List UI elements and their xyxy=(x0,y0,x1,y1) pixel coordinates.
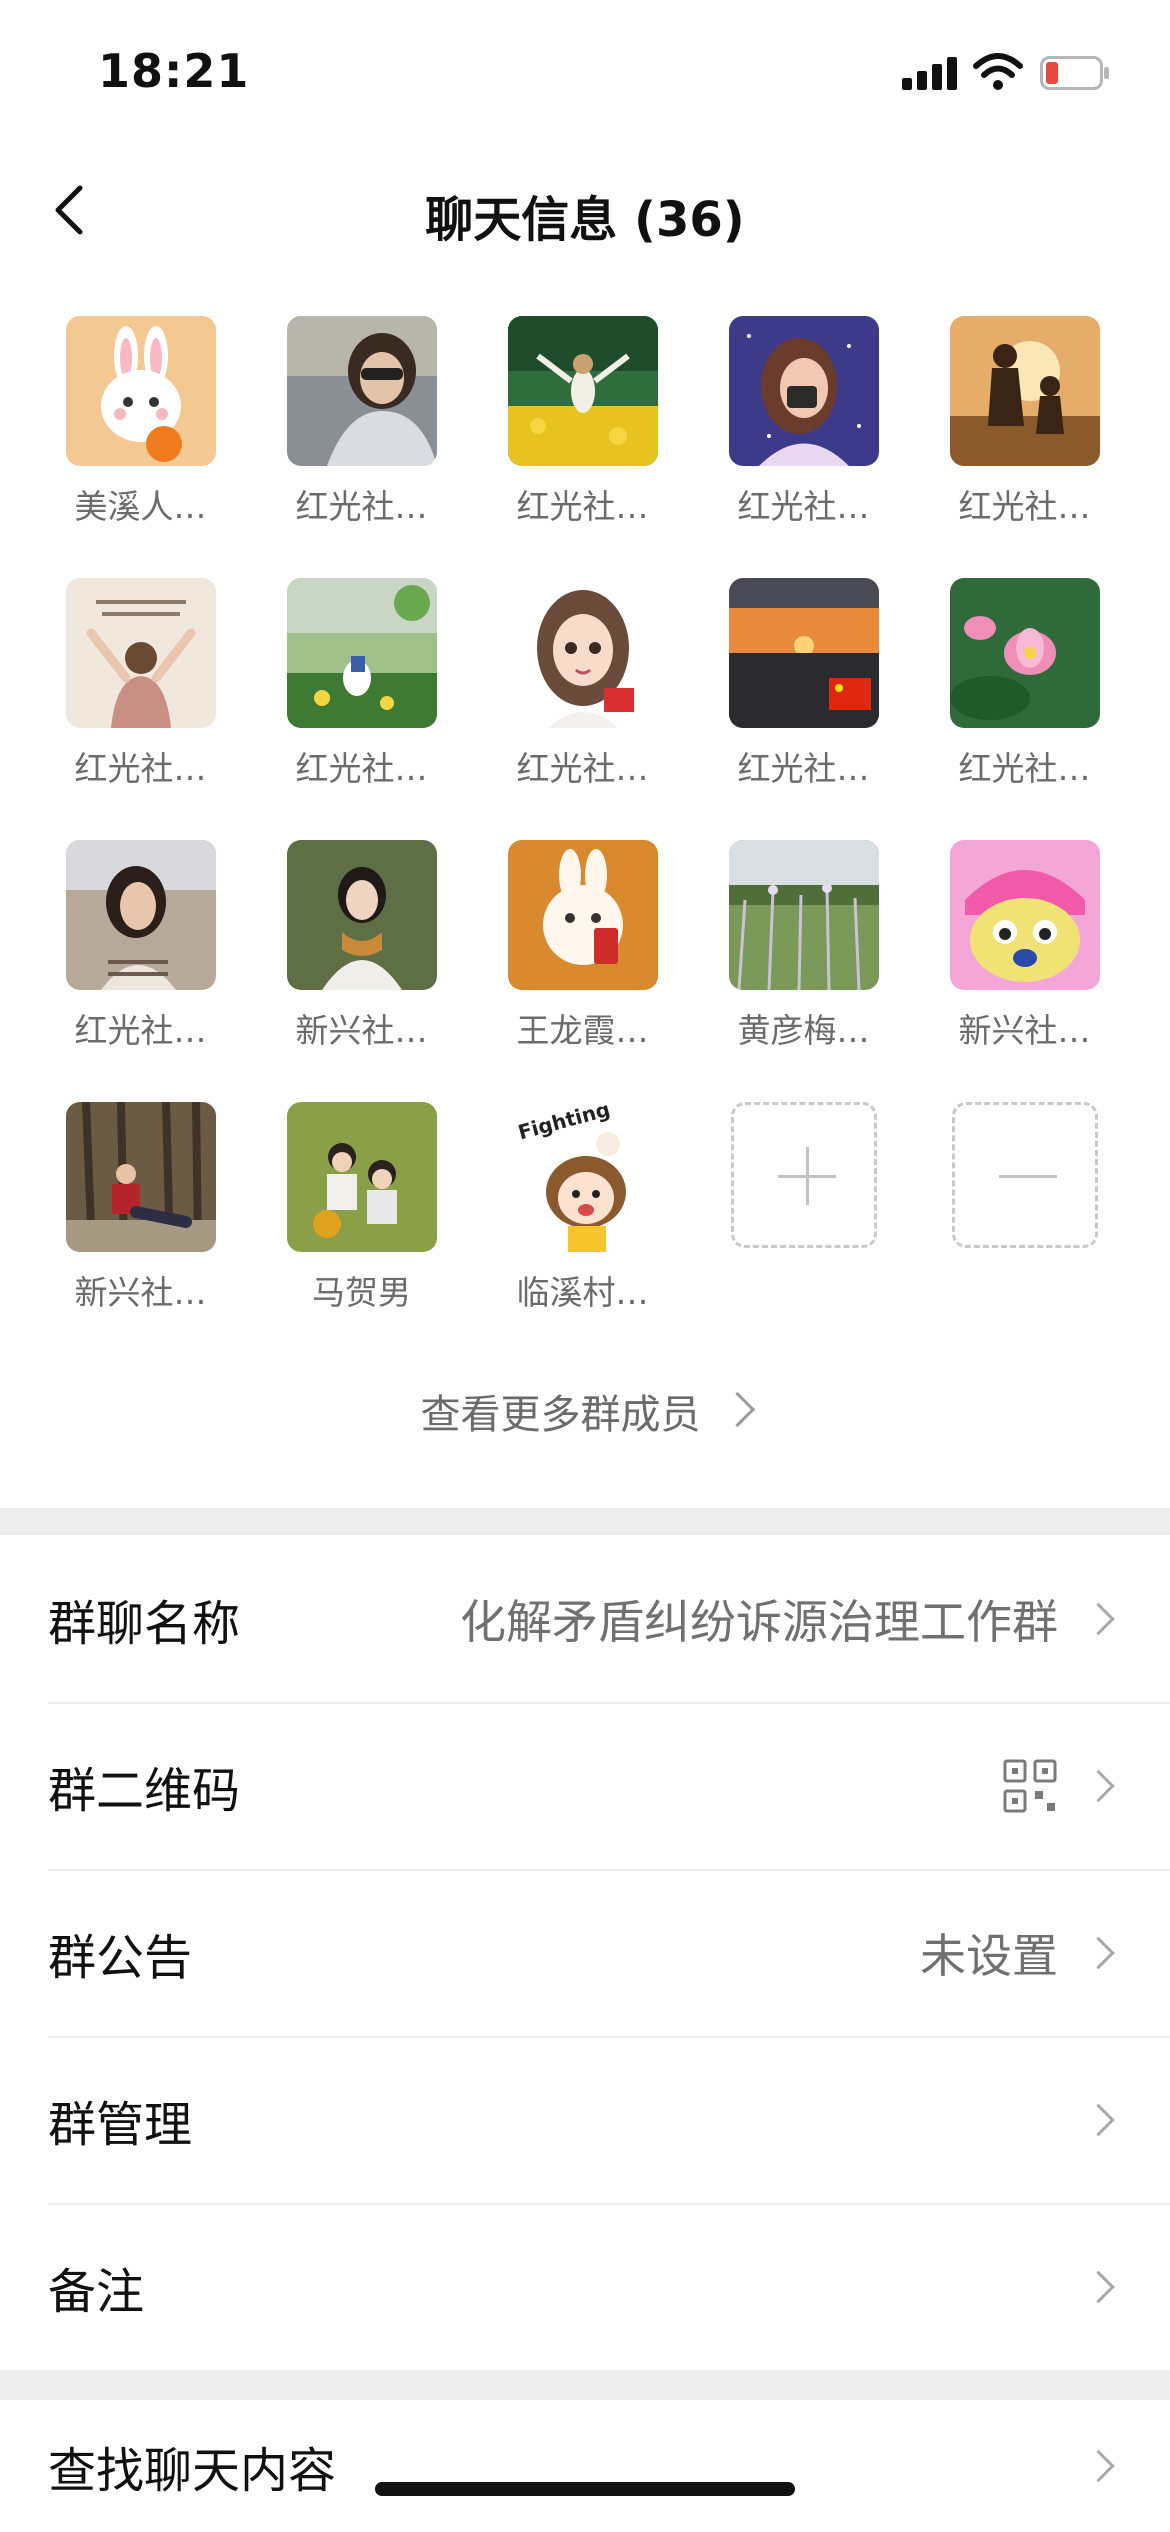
flower-field-avatar-icon xyxy=(507,316,658,466)
nav-bar: 聊天信息 (36) xyxy=(0,140,1170,280)
remark-row[interactable]: 备注 xyxy=(0,2203,1170,2370)
member-item[interactable]: 红光社… xyxy=(30,578,251,840)
member-item[interactable]: 红光社… xyxy=(914,578,1135,840)
battery-icon xyxy=(1040,56,1109,90)
woman-arms-raised-avatar-icon xyxy=(65,578,216,728)
group-name-label: 群聊名称 xyxy=(48,1595,241,1652)
chevron-right-icon xyxy=(1082,1936,1115,1969)
chevron-right-icon xyxy=(1082,1602,1115,1635)
member-item[interactable]: 红光社… xyxy=(30,840,251,1102)
member-item[interactable]: 马贺男 xyxy=(251,1102,472,1364)
page-title: 聊天信息 (36) xyxy=(425,192,745,248)
search-chat-content-row[interactable]: 查找聊天内容 xyxy=(0,2400,1170,2532)
member-name: 红光社… xyxy=(958,487,1091,526)
couple-sunset-avatar-icon xyxy=(949,316,1100,466)
chevron-right-icon xyxy=(1082,2103,1115,2136)
group-name-value: 化解矛盾纠纷诉源治理工作群 xyxy=(460,1594,1058,1649)
member-item[interactable]: 红光社… xyxy=(251,578,472,840)
member-item[interactable]: 美溪人… xyxy=(30,316,251,578)
cartoon-chopper-avatar-icon xyxy=(949,840,1100,990)
remove-member-button[interactable] xyxy=(914,1102,1135,1364)
group-management-row[interactable]: 群管理 xyxy=(0,2036,1170,2203)
lotus-avatar-icon xyxy=(949,578,1100,728)
member-name: 红光社… xyxy=(295,487,428,526)
member-item[interactable]: 红光社… xyxy=(472,316,693,578)
member-item[interactable]: 新兴社… xyxy=(30,1102,251,1364)
grass-field-avatar-icon xyxy=(728,840,879,990)
member-item[interactable]: 红光社… xyxy=(693,316,914,578)
wifi-icon xyxy=(973,53,1023,90)
group-name-row[interactable]: 群聊名称 化解矛盾纠纷诉源治理工作群 xyxy=(0,1535,1170,1702)
member-item[interactable]: 新兴社… xyxy=(251,840,472,1102)
view-more-members-link[interactable]: 查看更多群成员 xyxy=(0,1382,1170,1440)
member-name: 红光社… xyxy=(295,749,428,788)
member-name: 新兴社… xyxy=(958,1011,1091,1050)
member-name: 新兴社… xyxy=(74,1273,207,1312)
member-item[interactable]: Fighting 临溪村… xyxy=(472,1102,693,1364)
member-name: 美溪人… xyxy=(74,487,207,526)
fighting-cartoon-avatar-icon: Fighting xyxy=(507,1102,658,1252)
painted-woman-avatar-icon xyxy=(728,316,879,466)
member-item[interactable]: 王龙霞… xyxy=(472,840,693,1102)
member-name: 红光社… xyxy=(74,1011,207,1050)
member-name: 王龙霞… xyxy=(516,1011,649,1050)
chevron-right-icon xyxy=(1082,2449,1115,2483)
woman-glasses-avatar-icon xyxy=(65,840,216,990)
member-name: 红光社… xyxy=(516,749,649,788)
two-kids-avatar-icon xyxy=(286,1102,437,1252)
duck-cartoon-avatar-icon xyxy=(286,578,437,728)
member-item[interactable]: 红光社… xyxy=(693,578,914,840)
member-item[interactable]: 新兴社… xyxy=(914,840,1135,1102)
member-name: 临溪村… xyxy=(516,1273,649,1312)
member-name: 红光社… xyxy=(516,487,649,526)
cellular-signal-icon xyxy=(902,57,957,90)
chevron-right-icon xyxy=(719,1391,755,1428)
minus-icon xyxy=(951,1102,1098,1248)
group-announcement-label: 群公告 xyxy=(48,1929,193,1986)
chevron-right-icon xyxy=(1082,1769,1115,1802)
settings-list: 群聊名称 化解矛盾纠纷诉源治理工作群 群二维码 群公告 未设置 群管理 备注 xyxy=(0,1535,1170,2370)
rabbit-red-envelope-avatar-icon xyxy=(507,840,658,990)
man-forest-avatar-icon xyxy=(65,1102,216,1252)
plus-icon xyxy=(730,1102,877,1248)
member-item[interactable]: 黄彦梅… xyxy=(693,840,914,1102)
remark-label: 备注 xyxy=(48,2263,145,2320)
group-management-label: 群管理 xyxy=(48,2096,193,2153)
qr-code-icon xyxy=(1003,1759,1057,1812)
member-name: 红光社… xyxy=(74,749,207,788)
woman-scarf-avatar-icon xyxy=(286,840,437,990)
section-divider xyxy=(0,2370,1170,2400)
rabbit-avatar-icon xyxy=(65,316,216,466)
member-name: 黄彦梅… xyxy=(737,1011,870,1050)
group-qr-code-label: 群二维码 xyxy=(48,1762,241,1819)
member-item[interactable]: 红光社… xyxy=(914,316,1135,578)
add-member-button[interactable] xyxy=(693,1102,914,1364)
view-more-members-label: 查看更多群成员 xyxy=(420,1392,701,1438)
status-bar: 18:21 xyxy=(0,0,1170,140)
sunset-flag-avatar-icon xyxy=(728,578,879,728)
member-name: 红光社… xyxy=(737,749,870,788)
woman-photo-avatar-icon xyxy=(286,316,437,466)
member-name: 红光社… xyxy=(958,749,1091,788)
group-announcement-row[interactable]: 群公告 未设置 xyxy=(0,1869,1170,2036)
member-name: 马贺男 xyxy=(312,1273,411,1312)
group-qr-code-row[interactable]: 群二维码 xyxy=(0,1702,1170,1869)
home-indicator xyxy=(375,2482,795,2496)
chevron-right-icon xyxy=(1082,2270,1115,2303)
group-announcement-value: 未设置 xyxy=(920,1928,1058,1983)
member-name: 新兴社… xyxy=(295,1011,428,1050)
status-time: 18:21 xyxy=(98,44,250,98)
member-grid: 美溪人… 红光社… 红光社… 红光社… 红光社… 红光社… 红光社… 红光社… … xyxy=(30,316,1140,1364)
member-item[interactable]: 红光社… xyxy=(472,578,693,840)
anime-girl-avatar-icon xyxy=(507,578,658,728)
member-item[interactable]: 红光社… xyxy=(251,316,472,578)
search-chat-content-label: 查找聊天内容 xyxy=(48,2443,337,2499)
section-divider xyxy=(0,1508,1170,1535)
member-name: 红光社… xyxy=(737,487,870,526)
